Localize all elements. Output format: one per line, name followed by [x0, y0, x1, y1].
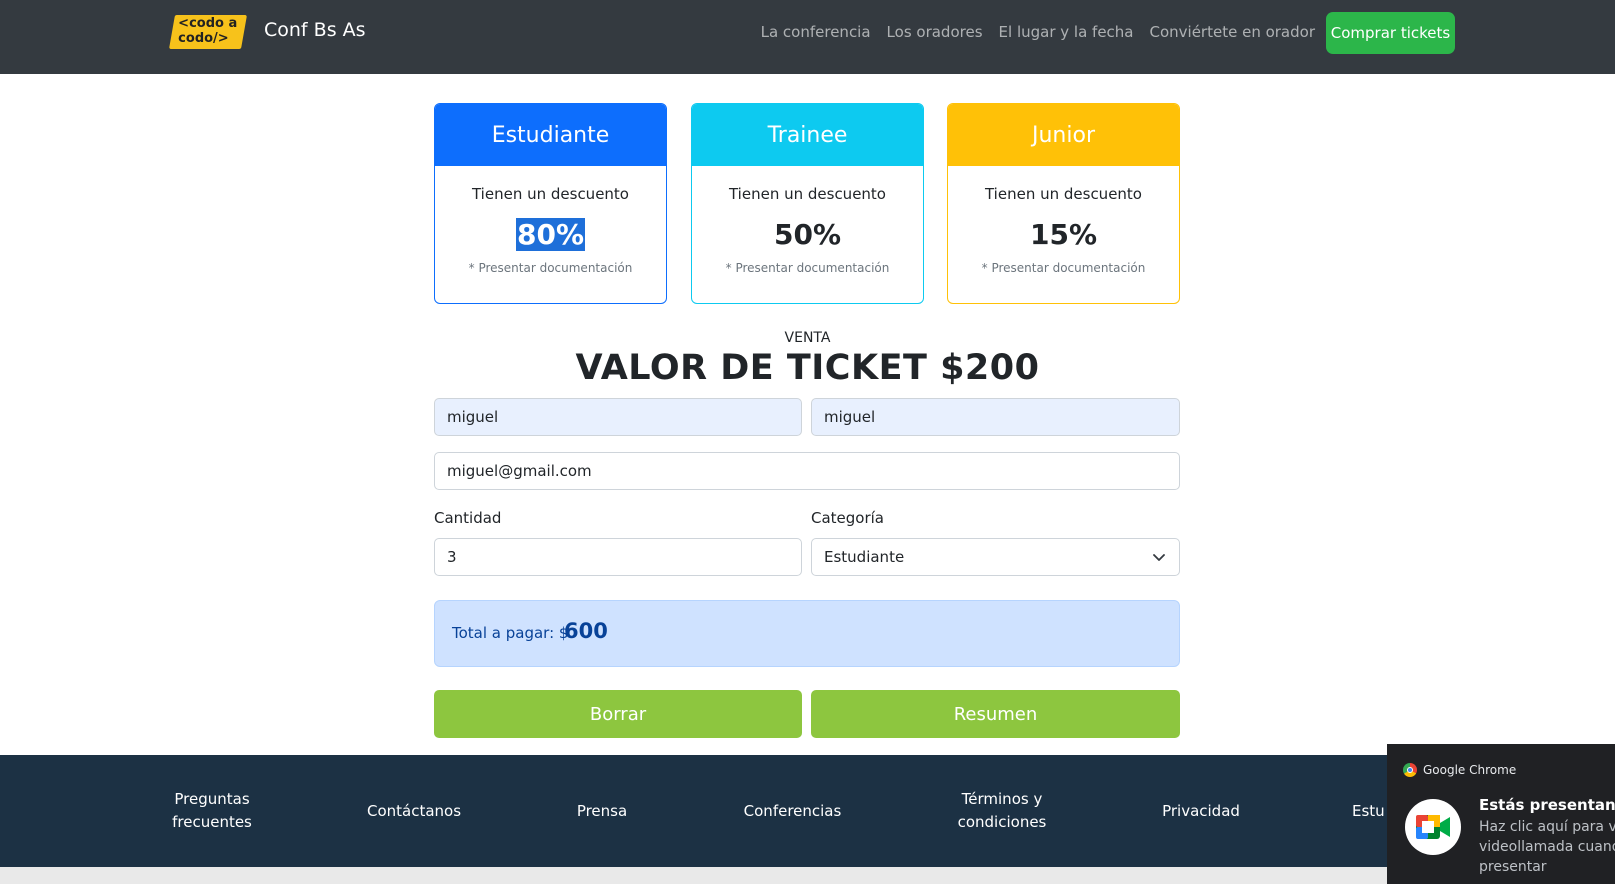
nav-link-lugar-fecha[interactable]: El lugar y la fecha: [999, 23, 1134, 41]
codo-a-codo-logo[interactable]: <codo a codo/>: [169, 15, 247, 49]
card-header: Estudiante: [435, 104, 666, 166]
card-note: * Presentar documentación: [468, 261, 633, 275]
card-header: Junior: [948, 104, 1179, 166]
notification-app: Google Chrome: [1403, 763, 1516, 777]
category-selected-value: Estudiante: [824, 548, 905, 566]
footer-link-label: Conferencias: [743, 801, 842, 820]
nav-links: La conferencia Los oradores El lugar y l…: [761, 23, 1315, 41]
card-discount-selected: 80%: [515, 218, 586, 251]
card-junior: Junior Tienen un descuento 15% * Present…: [947, 103, 1180, 304]
category-select[interactable]: Estudiante: [811, 538, 1180, 576]
footer-link-label: Estu: [1352, 801, 1385, 820]
card-note: * Presentar documentación: [981, 261, 1146, 275]
total-value: 600: [564, 619, 608, 643]
footer-link-label: Preguntas frecuentes: [172, 790, 252, 831]
footer-link-label: Términos y condiciones: [957, 790, 1047, 831]
quantity-label: Cantidad: [434, 509, 502, 527]
nav-link-conferencia[interactable]: La conferencia: [761, 23, 871, 41]
email-input[interactable]: miguel@gmail.com: [434, 452, 1180, 490]
brand-title[interactable]: Conf Bs As: [264, 19, 366, 41]
card-description: Tienen un descuento: [471, 185, 629, 203]
summary-button[interactable]: Resumen: [811, 690, 1180, 738]
chrome-icon: [1403, 763, 1417, 777]
google-meet-icon: [1405, 799, 1461, 855]
footer-link-faq[interactable]: Preguntas frecuentes: [160, 755, 264, 867]
category-label: Categoría: [811, 509, 885, 527]
chevron-down-icon: [1153, 554, 1165, 561]
ticket-price-title: VALOR DE TICKET $200: [575, 348, 1040, 388]
nav-link-oradores[interactable]: Los oradores: [887, 23, 983, 41]
first-name-input[interactable]: miguel: [434, 398, 802, 436]
notification-text: Haz clic aquí para vo videollamada cuand…: [1479, 819, 1615, 875]
notification-app-name: Google Chrome: [1423, 763, 1517, 777]
footer-link-conferences[interactable]: Conferencias: [740, 755, 845, 867]
chrome-notification[interactable]: Google Chrome Estás presentando p Haz cl…: [1387, 744, 1615, 884]
card-description: Tienen un descuento: [728, 185, 886, 203]
footer-link-contact[interactable]: Contáctanos: [355, 755, 473, 867]
total-label: Total a pagar: $: [452, 624, 569, 642]
card-trainee: Trainee Tienen un descuento 50% * Presen…: [691, 103, 924, 304]
footer-link-terms[interactable]: Términos y condiciones: [950, 755, 1054, 867]
logo-line-1: <codo a: [178, 16, 238, 31]
total-alert: Total a pagar: $ 600: [434, 600, 1180, 667]
footer-link-label: Contáctanos: [366, 801, 462, 820]
card-description: Tienen un descuento: [984, 185, 1142, 203]
footer-link-label: Prensa: [576, 801, 628, 820]
last-name-input[interactable]: miguel: [811, 398, 1180, 436]
card-estudiante: Estudiante Tienen un descuento 80% * Pre…: [434, 103, 667, 304]
clear-button[interactable]: Borrar: [434, 690, 802, 738]
footer-link-label: Privacidad: [1162, 801, 1240, 820]
footer-link-press[interactable]: Prensa: [570, 755, 634, 867]
card-discount: 15%: [1029, 218, 1098, 251]
sale-kicker: VENTA: [784, 330, 831, 346]
footer: Preguntas frecuentes Contáctanos Prensa …: [0, 755, 1615, 867]
card-discount: 50%: [773, 218, 842, 251]
buy-tickets-button[interactable]: Comprar tickets: [1326, 12, 1455, 54]
quantity-input[interactable]: 3: [434, 538, 802, 576]
footer-link-privacy[interactable]: Privacidad: [1158, 755, 1244, 867]
nav-link-ser-orador[interactable]: Conviértete en orador: [1150, 23, 1316, 41]
logo-line-2: codo/>: [178, 31, 229, 46]
card-note: * Presentar documentación: [725, 261, 890, 275]
browser-bottom-bar: [0, 867, 1615, 884]
notification-title: Estás presentando p: [1479, 796, 1615, 814]
top-navbar: <codo a codo/> Conf Bs As La conferencia…: [0, 0, 1615, 74]
card-header: Trainee: [692, 104, 923, 166]
